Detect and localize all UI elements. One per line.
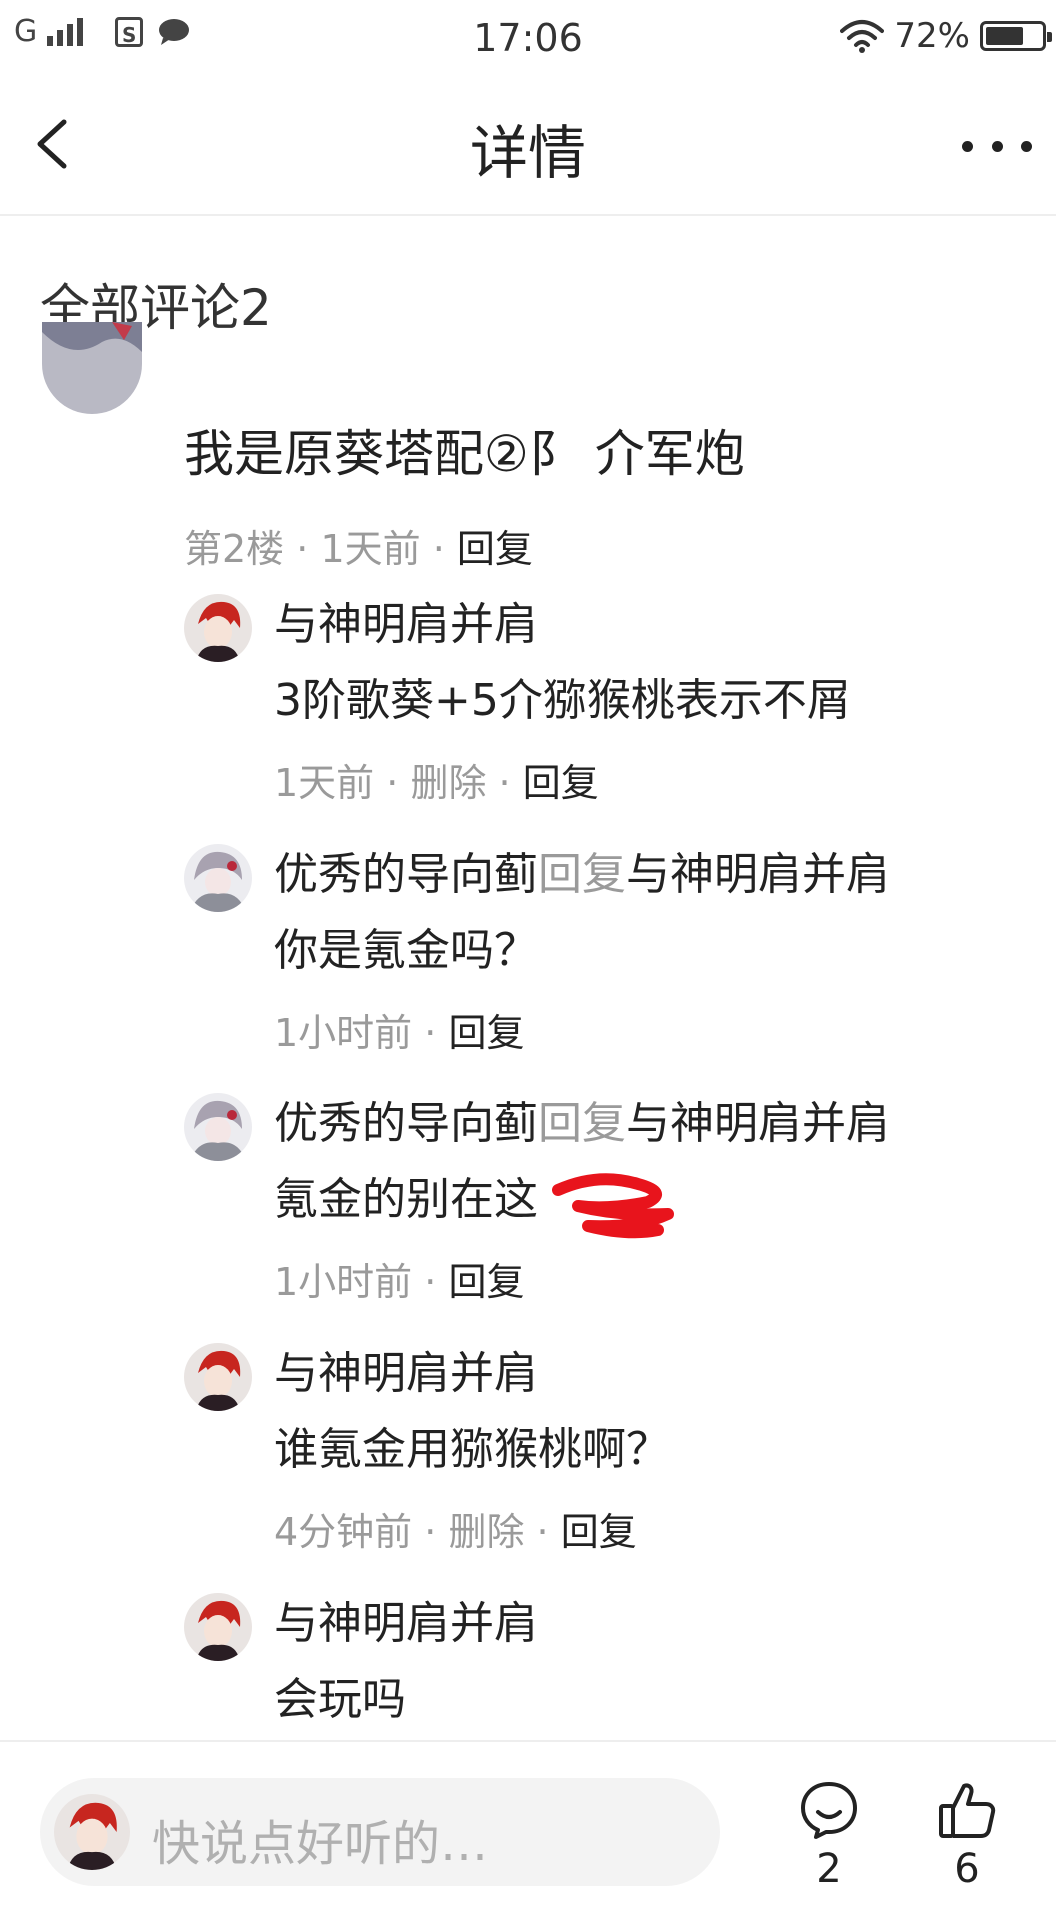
reply-link[interactable]: 回复 <box>448 1011 524 1055</box>
avatar <box>54 1794 130 1870</box>
reply-author[interactable]: 与神明肩并肩 <box>274 1598 538 1649</box>
reply-header: 与神明肩并肩 <box>274 1337 538 1401</box>
nav-bar: 详情 <box>0 76 1056 216</box>
reply-link[interactable]: 回复 <box>457 527 533 571</box>
main-comment-meta: 第2楼 · 1天前 · 回复 <box>184 518 533 573</box>
comment-count: 2 <box>816 1846 842 1892</box>
reply-header: 与神明肩并肩 <box>274 1587 538 1651</box>
like-count: 6 <box>954 1846 980 1892</box>
status-right: 72% <box>840 16 1052 56</box>
comment-button[interactable]: 2 <box>784 1780 874 1892</box>
more-dots-icon <box>962 140 973 152</box>
reply-meta: 1小时前 · 回复 <box>274 1260 525 1304</box>
reply-author[interactable]: 优秀的导向蓟 <box>274 849 538 900</box>
reply-time: 1天前 <box>274 761 375 805</box>
reply-text: 会玩吗 <box>274 1674 406 1725</box>
reply-header: 优秀的导向蓟回复与神明肩并肩 <box>274 838 890 902</box>
avatar[interactable] <box>184 844 252 912</box>
reply-meta: 1小时前 · 回复 <box>274 1011 525 1055</box>
page-title: 详情 <box>469 119 586 187</box>
reply-link[interactable]: 回复 <box>561 1510 637 1554</box>
status-bar: G S 17:06 72% <box>0 0 1056 76</box>
reply-text: 氪金的别在这 <box>274 1174 538 1225</box>
reply-link[interactable]: 回复 <box>523 761 599 805</box>
reply-meta: 1天前 · 删除 · 回复 <box>274 761 599 805</box>
floor-label: 第2楼 <box>184 527 285 571</box>
reply-author[interactable]: 优秀的导向蓟 <box>274 1098 538 1149</box>
avatar[interactable] <box>184 1093 252 1161</box>
reply-text: 你是氪金吗？ <box>274 925 538 976</box>
detail-page: G S 17:06 72% 详情 全部评论2 我是原葵塔配②阝 介军炮 第2楼 … <box>0 0 1056 1918</box>
avatar[interactable] <box>184 1343 252 1411</box>
input-placeholder: 快说点好听的… <box>152 1816 489 1872</box>
reply-word: 回复 <box>538 849 626 900</box>
reply-word: 回复 <box>538 1098 626 1149</box>
delete-link[interactable]: 删除 <box>448 1510 524 1554</box>
thumbs-up-icon <box>939 1783 996 1838</box>
comment-bubble-icon <box>801 1782 857 1839</box>
main-comment-text: 我是原葵塔配②阝 介军炮 <box>184 425 745 483</box>
reply-author[interactable]: 与神明肩并肩 <box>274 1348 538 1399</box>
like-button[interactable]: 6 <box>922 1780 1012 1892</box>
reply-text: 3阶歌葵+5介猕猴桃表示不屑 <box>274 675 851 726</box>
bottom-bar: 快说点好听的… 2 6 <box>0 1740 1056 1918</box>
battery-icon <box>980 21 1052 51</box>
reply-target[interactable]: 与神明肩并肩 <box>626 849 890 900</box>
reply-target[interactable]: 与神明肩并肩 <box>626 1098 890 1149</box>
reply-header: 与神明肩并肩 <box>274 588 538 652</box>
avatar[interactable] <box>42 322 142 414</box>
reply-text: 谁氪金用猕猴桃啊？ <box>274 1424 670 1475</box>
meta-separator: · <box>284 527 321 571</box>
reply-link[interactable]: 回复 <box>448 1260 524 1304</box>
meta-separator: · <box>420 527 457 571</box>
avatar[interactable] <box>184 1593 252 1661</box>
reply-time: 1小时前 <box>274 1260 413 1304</box>
reply-time: 4分钟前 <box>274 1510 413 1554</box>
reply-author[interactable]: 与神明肩并肩 <box>274 599 538 650</box>
reply-time: 1小时前 <box>274 1011 413 1055</box>
battery-percent: 72% <box>894 16 970 56</box>
reply-meta: 4分钟前 · 删除 · 回复 <box>274 1510 637 1554</box>
more-button[interactable] <box>962 126 1032 166</box>
avatar[interactable] <box>184 594 252 662</box>
comment-input[interactable]: 快说点好听的… <box>40 1778 720 1886</box>
redaction-scribble <box>552 1173 674 1239</box>
wifi-icon <box>840 20 885 53</box>
delete-link[interactable]: 删除 <box>410 761 486 805</box>
comment-time: 1天前 <box>320 527 421 571</box>
reply-header: 优秀的导向蓟回复与神明肩并肩 <box>274 1087 890 1151</box>
